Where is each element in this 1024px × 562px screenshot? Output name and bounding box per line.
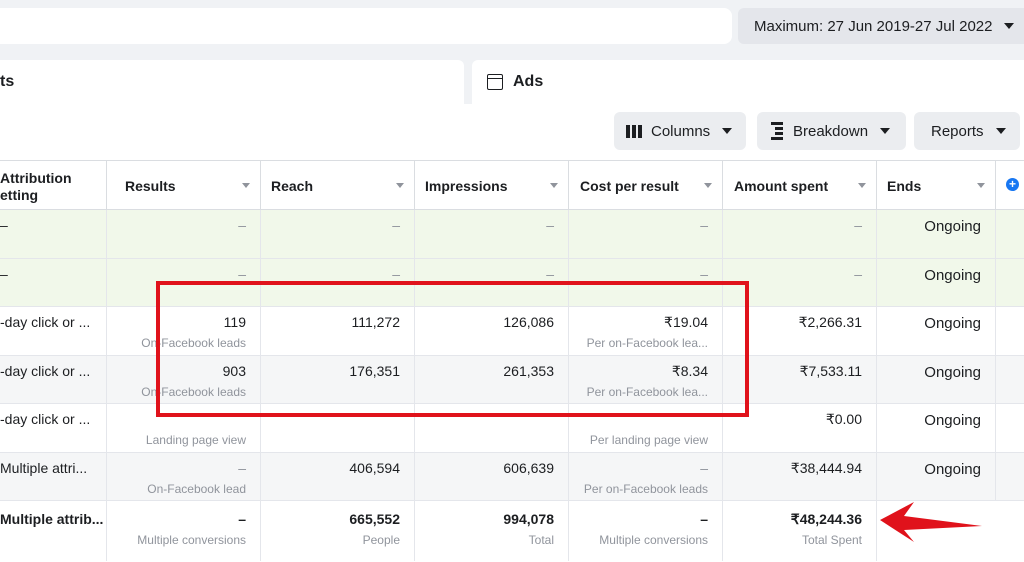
breakdown-label: Breakdown <box>793 122 869 140</box>
caret-down-icon <box>722 128 733 134</box>
level-tabs: ts Ads <box>0 60 1024 104</box>
red-arrow-icon <box>880 502 982 542</box>
caret-down-icon <box>880 128 891 134</box>
date-range-label: Maximum: 27 Jun 2019-27 Jul 2022 <box>754 17 993 35</box>
table-panel: Columns Breakdown Reports Attribution ett… <box>0 104 1024 562</box>
header-amount-spent[interactable]: Amount spent <box>723 161 877 209</box>
caret-down-icon <box>995 128 1006 134</box>
breakdown-button[interactable]: Breakdown <box>757 112 906 150</box>
caret-down-icon <box>1004 23 1014 29</box>
header-results[interactable]: Results <box>107 161 261 209</box>
header-impressions[interactable]: Impressions <box>415 161 569 209</box>
columns-label: Columns <box>651 122 711 140</box>
header-reach[interactable]: Reach <box>261 161 415 209</box>
sort-icon[interactable] <box>396 183 404 188</box>
header-ends[interactable]: Ends <box>877 161 996 209</box>
date-range-picker[interactable]: Maximum: 27 Jun 2019-27 Jul 2022 <box>738 8 1024 44</box>
columns-icon <box>626 124 642 138</box>
top-bar: Maximum: 27 Jun 2019-27 Jul 2022 <box>0 0 1024 52</box>
tab-ad-sets[interactable]: ts <box>0 60 464 104</box>
window-icon <box>487 74 503 90</box>
sort-icon[interactable] <box>858 183 866 188</box>
table-row[interactable]: Multiple attri... – On-Facebook lead 406,… <box>0 452 1024 501</box>
sort-icon[interactable] <box>977 183 985 188</box>
sort-icon[interactable] <box>704 183 712 188</box>
table-row[interactable]: – – – – – – Ongoing <box>0 258 1024 307</box>
add-column-icon[interactable]: + <box>1006 178 1019 191</box>
tab-ad-sets-label: ts <box>0 73 15 90</box>
reports-button[interactable]: Reports <box>914 112 1020 150</box>
table-row[interactable]: -day click or ... 119 On-Facebook leads 1… <box>0 307 1024 356</box>
table-row[interactable]: -day click or ... Landing page view Per … <box>0 404 1024 453</box>
sort-icon[interactable] <box>550 183 558 188</box>
table-row[interactable]: -day click or ... 903 On-Facebook leads 1… <box>0 355 1024 404</box>
tab-ads-label: Ads <box>513 73 544 90</box>
tab-ads[interactable]: Ads <box>472 60 1024 104</box>
table-header: Attribution etting Results Reach Impressi… <box>0 160 1024 210</box>
reports-label: Reports <box>931 122 984 140</box>
sort-icon[interactable] <box>242 183 250 188</box>
columns-button[interactable]: Columns <box>614 112 746 150</box>
header-attribution[interactable]: Attribution etting <box>0 161 107 209</box>
total-row: Multiple attrib... – Multiple conversions… <box>0 501 1024 561</box>
header-cost-per-result[interactable]: Cost per result <box>569 161 723 209</box>
breakdown-icon <box>771 122 783 140</box>
table-row[interactable]: – – – – – – Ongoing <box>0 210 1024 259</box>
search-input[interactable] <box>0 8 732 44</box>
